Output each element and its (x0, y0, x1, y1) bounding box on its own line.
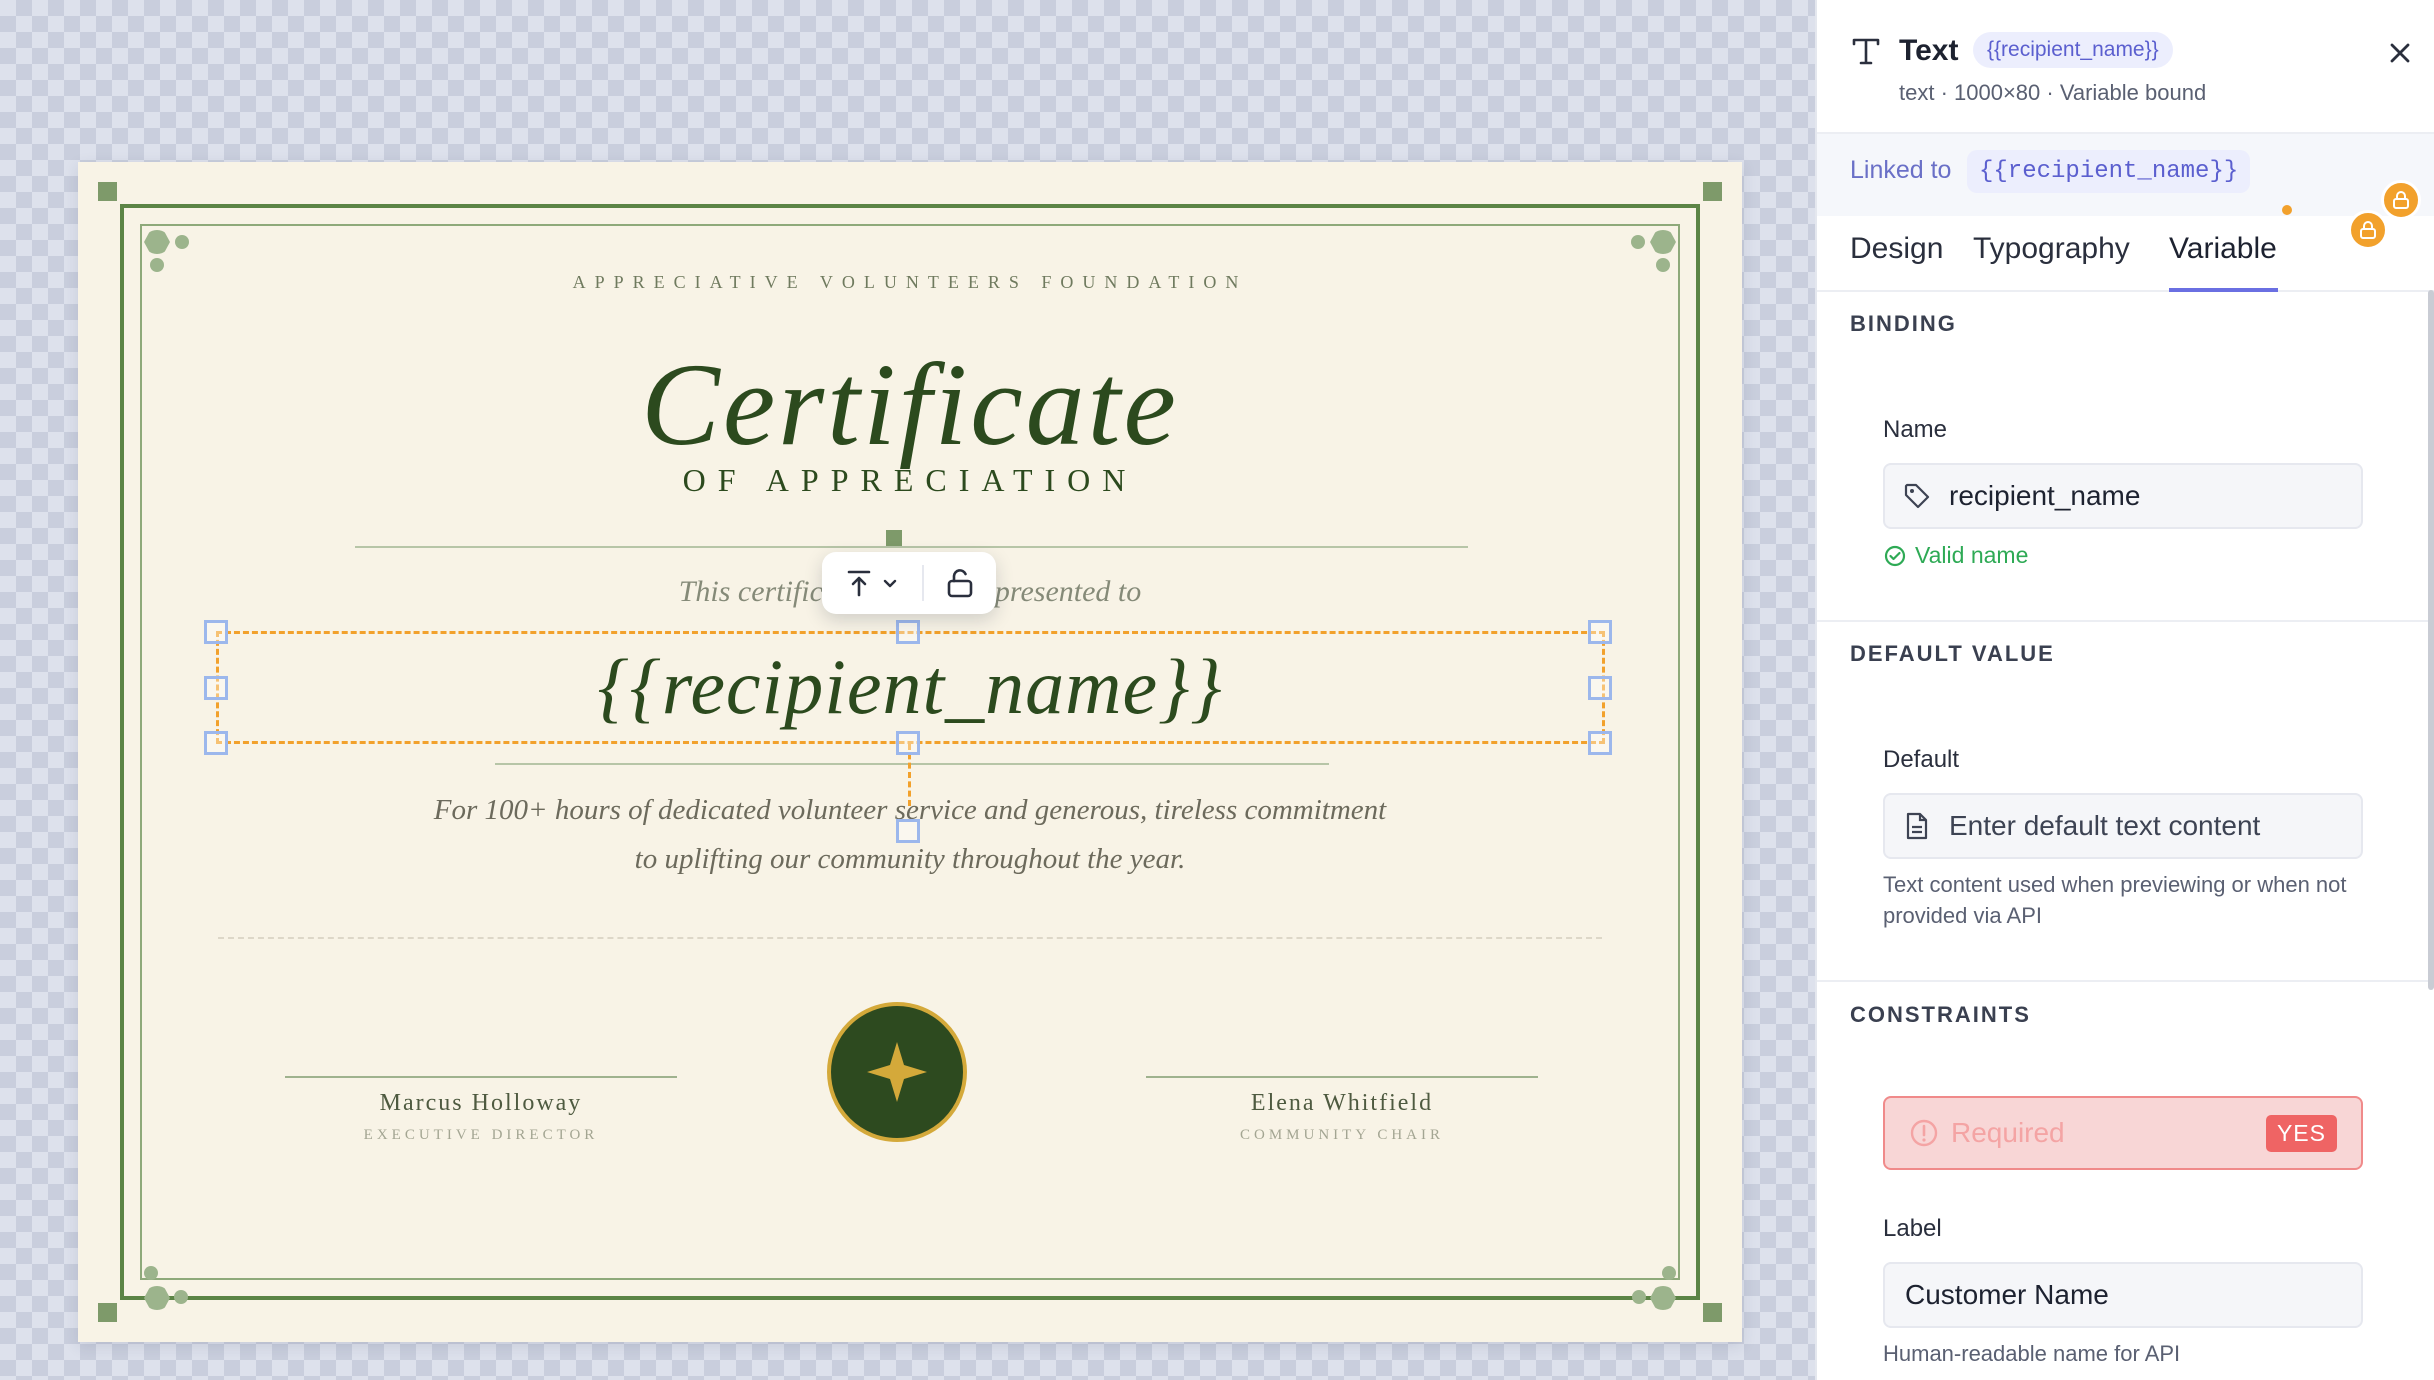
label-help-text: Human-readable name for API (1883, 1341, 2181, 1366)
properties-panel: Text {{recipient_name}} text · 1000×80 ·… (1815, 0, 2434, 1380)
corner-square (98, 182, 117, 201)
tag-icon (1885, 482, 1949, 510)
lock-badge[interactable] (2348, 210, 2388, 250)
description-line-2[interactable]: to uplifting our community throughout th… (78, 843, 1742, 876)
corner-square (98, 1303, 117, 1322)
close-icon (2390, 43, 2410, 63)
resize-handle-bottom-left[interactable] (204, 731, 228, 755)
close-button[interactable] (2383, 36, 2417, 70)
name-label: Name (1883, 416, 1948, 443)
lock-icon (2393, 191, 2409, 209)
required-label: Required (1951, 1117, 2065, 1148)
signature-line-right (1146, 1076, 1538, 1078)
resize-handle-bottom-right[interactable] (1588, 731, 1612, 755)
lock-icon (2360, 221, 2376, 239)
alert-circle-icon (1910, 1119, 1938, 1147)
panel-scrollbar[interactable] (2428, 290, 2434, 990)
selection-box[interactable] (216, 631, 1605, 744)
tab-typography[interactable]: Typography (1973, 232, 2130, 266)
linked-variable-row: Linked to {{recipient_name}} (1817, 134, 2434, 216)
default-label: Default (1883, 746, 1960, 773)
four-point-star-icon (867, 1042, 927, 1102)
required-toggle[interactable]: Required YES (1883, 1096, 2363, 1170)
presented-text-left: This certific (678, 575, 823, 608)
signatory-left-role[interactable]: EXECUTIVE DIRECTOR (285, 1127, 677, 1144)
section-title-constraints: CONSTRAINTS (1850, 1002, 2031, 1027)
section-divider (1817, 980, 2434, 982)
signatory-right-role[interactable]: COMMUNITY CHAIR (1146, 1127, 1538, 1144)
recipient-underline (495, 763, 1329, 765)
required-value-badge: YES (2265, 1115, 2337, 1152)
signatory-left-name[interactable]: Marcus Holloway (285, 1090, 677, 1117)
rotation-anchor[interactable] (886, 530, 902, 546)
section-title-binding: BINDING (1850, 311, 1957, 336)
text-type-icon (1852, 38, 1880, 65)
active-tab-indicator (2169, 288, 2278, 292)
file-text-icon (1885, 812, 1949, 840)
seal-badge[interactable] (827, 1002, 967, 1142)
chevron-down-icon (883, 579, 897, 588)
panel-header: Text {{recipient_name}} text · 1000×80 ·… (1817, 0, 2434, 134)
lock-badge[interactable] (2381, 180, 2421, 220)
floating-toolbar (822, 552, 996, 614)
section-title-default-value: DEFAULT VALUE (1850, 641, 2055, 666)
dashed-separator (218, 937, 1602, 939)
tab-design[interactable]: Design (1850, 232, 1943, 266)
resize-handle-top-left[interactable] (204, 620, 228, 644)
corner-ornament (144, 230, 204, 276)
signature-line-left (285, 1076, 677, 1078)
align-dropdown-button[interactable] (822, 552, 922, 614)
certificate-title[interactable]: Certificate (78, 337, 1742, 473)
linked-variable-chip[interactable]: {{recipient_name}} (1967, 150, 2251, 193)
align-top-icon (847, 570, 871, 597)
label-label: Label (1883, 1215, 1942, 1242)
unlock-icon (947, 569, 973, 598)
panel-tabs: Design Typography Variable (1817, 216, 2434, 292)
name-field[interactable] (1883, 463, 2363, 529)
design-canvas[interactable]: APPRECIATIVE VOLUNTEERS FOUNDATION Certi… (0, 0, 1815, 1380)
label-input[interactable] (1905, 1279, 2305, 1311)
panel-title: Text (1899, 34, 1959, 67)
unlock-button[interactable] (924, 552, 996, 614)
foundation-name[interactable]: APPRECIATIVE VOLUNTEERS FOUNDATION (78, 272, 1742, 293)
resize-handle-right[interactable] (1588, 676, 1612, 700)
corner-ornament (1616, 230, 1676, 276)
default-help-text: Text content used when previewing or whe… (1883, 872, 2347, 928)
resize-handle-bottom[interactable] (896, 731, 920, 755)
corner-square (1703, 182, 1722, 201)
resize-handle-top[interactable] (896, 620, 920, 644)
corner-square (1703, 1303, 1722, 1322)
resize-handle-top-right[interactable] (1588, 620, 1612, 644)
certificate-page[interactable]: APPRECIATIVE VOLUNTEERS FOUNDATION Certi… (78, 162, 1742, 1342)
presented-text-right: presented to (994, 575, 1142, 608)
validation-message: Valid name (1883, 542, 2028, 569)
resize-handle-left[interactable] (204, 676, 228, 700)
tab-variable[interactable]: Variable (2169, 232, 2277, 266)
linked-label: Linked to (1850, 156, 1952, 184)
validation-text: Valid name (1915, 542, 2029, 568)
indicator-dot (2282, 205, 2292, 215)
label-field[interactable] (1883, 1262, 2363, 1328)
variable-chip: {{recipient_name}} (1973, 32, 2173, 68)
title-divider (355, 546, 1468, 548)
signatory-right-name[interactable]: Elena Whitfield (1146, 1090, 1538, 1117)
element-meta: text · 1000×80 · Variable bound (1899, 80, 2207, 105)
section-divider (1817, 620, 2434, 622)
check-circle-icon (1884, 545, 1906, 566)
default-field[interactable] (1883, 793, 2363, 859)
certificate-subtitle[interactable]: OF APPRECIATION (78, 462, 1742, 499)
corner-ornament (144, 1266, 204, 1312)
move-handle[interactable] (896, 819, 920, 843)
name-input[interactable] (1949, 480, 2349, 512)
default-input[interactable] (1949, 810, 2349, 842)
corner-ornament (1616, 1266, 1676, 1312)
